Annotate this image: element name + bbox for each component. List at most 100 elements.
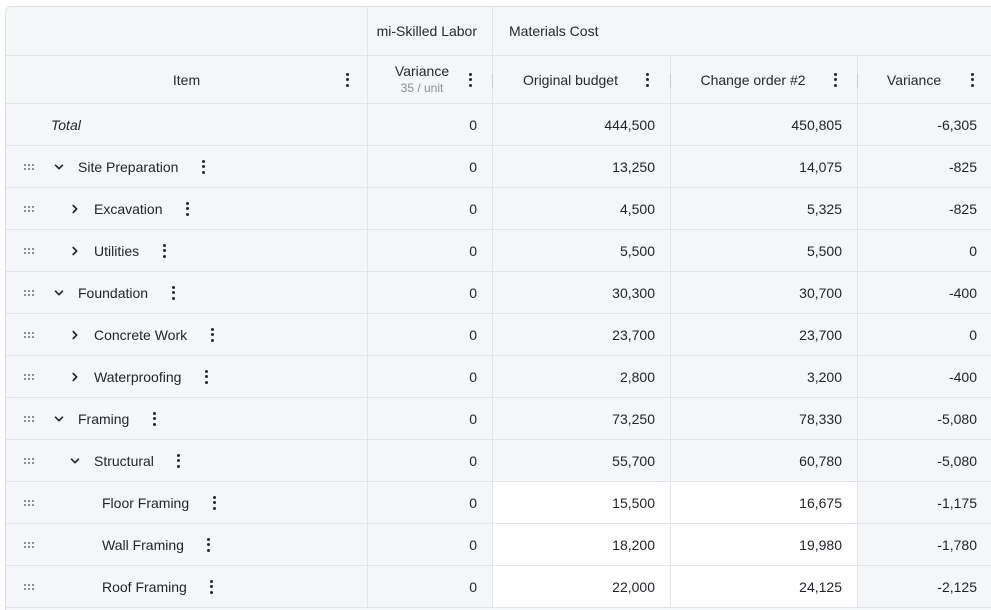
item-label: Roof Framing — [102, 578, 187, 595]
row-menu-icon[interactable] — [182, 200, 192, 218]
drag-handle-icon[interactable] — [24, 457, 36, 464]
group-header-materials-cost[interactable]: Materials Cost — [493, 7, 991, 56]
table-row[interactable]: Utilities 0 5,500 5,500 0 — [6, 230, 991, 272]
total-change-order-cell: 450,805 — [671, 104, 858, 146]
change-order-cell: 5,325 — [671, 188, 858, 230]
table-row[interactable]: Floor Framing 0 15,500 16,675 -1,175 — [6, 482, 991, 524]
original-budget-cell[interactable]: 22,000 — [493, 566, 671, 608]
change-order-cell[interactable]: 24,125 — [671, 566, 858, 608]
drag-handle-icon[interactable] — [24, 247, 36, 254]
labor-variance-cell: 0 — [368, 398, 493, 440]
row-menu-icon[interactable] — [204, 536, 214, 554]
drag-handle-icon[interactable] — [24, 415, 36, 422]
table-row[interactable]: Wall Framing 0 18,200 19,980 -1,780 — [6, 524, 991, 566]
tree-node: Wall Framing — [102, 524, 214, 565]
item-label: Structural — [94, 452, 154, 469]
item-cell: Floor Framing — [6, 482, 368, 524]
group-header-row: mi-Skilled Labor Materials Cost — [6, 7, 991, 56]
table-row[interactable]: Concrete Work 0 23,700 23,700 0 — [6, 314, 991, 356]
tree-node: Roof Framing — [102, 566, 217, 607]
table-row[interactable]: Structural 0 55,700 60,780 -5,080 — [6, 440, 991, 482]
column-header-change-order-label: Change order #2 — [700, 71, 806, 88]
row-menu-icon[interactable] — [198, 158, 208, 176]
column-header-labor-variance[interactable]: Variance 35 / unit — [368, 56, 493, 104]
change-order-cell[interactable]: 16,675 — [671, 482, 858, 524]
group-header-semi-skilled-label: mi-Skilled Labor — [376, 23, 477, 39]
variance-cell: 0 — [858, 230, 991, 272]
original-budget-cell[interactable]: 15,500 — [493, 482, 671, 524]
column-header-row: Item Variance 35 / unit Original budget … — [6, 56, 991, 104]
drag-handle-icon[interactable] — [24, 499, 36, 506]
column-header-item-label: Item — [172, 71, 201, 88]
original-budget-cell: 55,700 — [493, 440, 671, 482]
chevron-right-icon[interactable] — [68, 202, 82, 216]
drag-handle-icon[interactable] — [24, 289, 36, 296]
original-budget-cell: 73,250 — [493, 398, 671, 440]
item-label: Waterproofing — [94, 368, 182, 385]
column-menu-icon[interactable] — [830, 71, 840, 89]
original-budget-cell: 30,300 — [493, 272, 671, 314]
chevron-down-icon[interactable] — [52, 412, 66, 426]
column-menu-icon[interactable] — [342, 71, 352, 89]
column-header-labor-variance-label: Variance — [394, 63, 450, 80]
item-cell: Excavation — [6, 188, 368, 230]
row-menu-icon[interactable] — [201, 368, 211, 386]
chevron-right-icon[interactable] — [68, 370, 82, 384]
chevron-down-icon[interactable] — [52, 286, 66, 300]
change-order-cell[interactable]: 19,980 — [671, 524, 858, 566]
drag-handle-icon[interactable] — [24, 583, 36, 590]
table-row[interactable]: Roof Framing 0 22,000 24,125 -2,125 — [6, 566, 991, 608]
item-label: Foundation — [78, 284, 149, 301]
row-menu-icon[interactable] — [149, 410, 159, 428]
drag-handle-icon[interactable] — [24, 373, 36, 380]
table-row[interactable]: Waterproofing 0 2,800 3,200 -400 — [6, 356, 991, 398]
column-header-change-order[interactable]: Change order #2 — [671, 56, 858, 104]
table-row[interactable]: Site Preparation 0 13,250 14,075 -825 — [6, 146, 991, 188]
group-header-semi-skilled-labor[interactable]: mi-Skilled Labor — [368, 7, 493, 56]
variance-cell: -825 — [858, 188, 991, 230]
column-menu-icon[interactable] — [967, 71, 977, 89]
column-header-original-budget-label: Original budget — [523, 71, 618, 88]
item-cell: Utilities — [6, 230, 368, 272]
row-menu-icon[interactable] — [168, 284, 178, 302]
labor-variance-cell: 0 — [368, 440, 493, 482]
total-label-cell: Total — [6, 104, 368, 146]
drag-handle-icon[interactable] — [24, 331, 36, 338]
chevron-right-icon[interactable] — [68, 244, 82, 258]
budget-grid: mi-Skilled Labor Materials Cost Item Var… — [5, 6, 991, 610]
column-menu-icon[interactable] — [465, 71, 475, 89]
chevron-down-icon[interactable] — [52, 160, 66, 174]
column-header-original-budget[interactable]: Original budget — [493, 56, 671, 104]
row-menu-icon[interactable] — [209, 494, 219, 512]
variance-cell: -5,080 — [858, 440, 991, 482]
drag-handle-icon[interactable] — [24, 541, 36, 548]
column-header-variance[interactable]: Variance — [858, 56, 991, 104]
drag-handle-icon[interactable] — [24, 205, 36, 212]
chevron-right-icon[interactable] — [68, 328, 82, 342]
item-label: Site Preparation — [78, 158, 179, 175]
table-row-total: Total 0 444,500 450,805 -6,305 — [6, 104, 991, 146]
column-header-item[interactable]: Item — [6, 56, 368, 104]
row-menu-icon[interactable] — [174, 452, 184, 470]
row-menu-icon[interactable] — [207, 578, 217, 596]
table-row[interactable]: Excavation 0 4,500 5,325 -825 — [6, 188, 991, 230]
labor-variance-cell: 0 — [368, 272, 493, 314]
variance-cell: 0 — [858, 314, 991, 356]
column-header-variance-label: Variance — [886, 71, 942, 88]
column-menu-icon[interactable] — [642, 71, 652, 89]
original-budget-cell: 2,800 — [493, 356, 671, 398]
drag-handle-icon[interactable] — [24, 163, 36, 170]
table-row[interactable]: Framing 0 73,250 78,330 -5,080 — [6, 398, 991, 440]
tree-node: Foundation — [52, 272, 178, 313]
labor-variance-cell: 0 — [368, 188, 493, 230]
original-budget-cell[interactable]: 18,200 — [493, 524, 671, 566]
tree-node: Site Preparation — [52, 146, 208, 187]
row-menu-icon[interactable] — [159, 242, 169, 260]
row-menu-icon[interactable] — [207, 326, 217, 344]
table-row[interactable]: Foundation 0 30,300 30,700 -400 — [6, 272, 991, 314]
chevron-down-icon[interactable] — [68, 454, 82, 468]
tree-node: Concrete Work — [68, 314, 217, 355]
change-order-cell: 60,780 — [671, 440, 858, 482]
item-cell: Structural — [6, 440, 368, 482]
change-order-cell: 14,075 — [671, 146, 858, 188]
